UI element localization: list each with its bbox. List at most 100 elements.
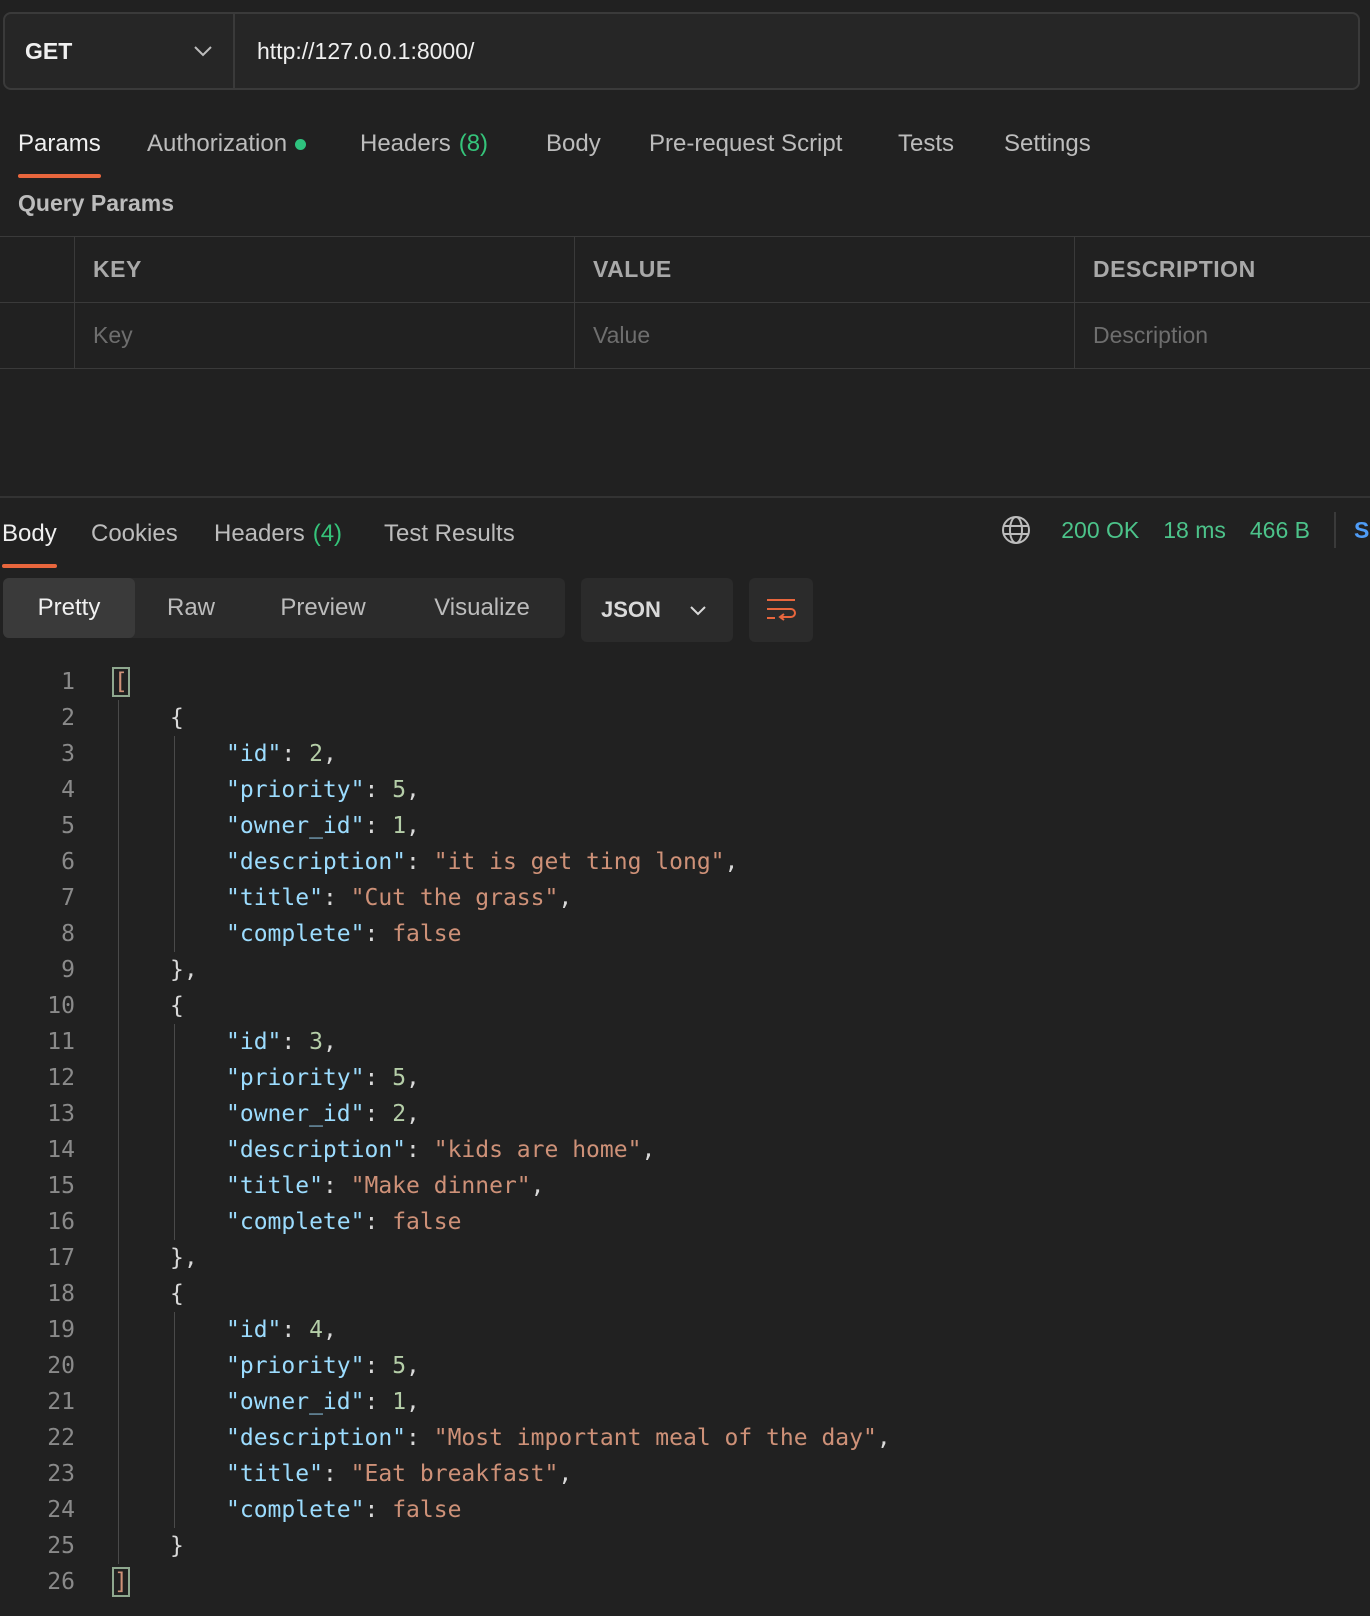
line-number: 7 — [61, 885, 75, 911]
code-line: 26] — [0, 1564, 1370, 1600]
response-tab-body[interactable]: Body — [2, 506, 57, 568]
request-tabs: Params Authorization Headers (8) Body Pr… — [0, 116, 1370, 178]
view-raw-button[interactable]: Raw — [135, 578, 247, 638]
code-text: "description": "kids are home", — [226, 1137, 656, 1163]
code-text: "owner_id": 1, — [226, 813, 420, 839]
tab-label: Pre-request Script — [649, 130, 843, 157]
code-line: 16 "complete": false — [0, 1204, 1370, 1240]
code-text: }, — [170, 1245, 198, 1271]
view-visualize-button[interactable]: Visualize — [399, 578, 565, 638]
code-line: 19 "id": 4, — [0, 1312, 1370, 1348]
line-number: 25 — [47, 1533, 75, 1559]
value-input[interactable] — [593, 322, 1074, 349]
tab-label: Headers — [214, 520, 305, 547]
code-text: "description": "it is get ting long", — [226, 849, 739, 875]
response-pane-divider[interactable] — [0, 496, 1370, 498]
description-cell — [1075, 303, 1370, 368]
method-select[interactable]: GET — [5, 14, 235, 88]
response-tab-cookies[interactable]: Cookies — [91, 506, 178, 562]
line-number: 8 — [61, 921, 75, 947]
line-number: 21 — [47, 1389, 75, 1415]
view-mode-toolbar: Pretty Raw Preview Visualize — [3, 578, 565, 638]
format-select[interactable]: JSON — [581, 578, 733, 642]
line-number: 22 — [47, 1425, 75, 1451]
status-separator — [1334, 512, 1336, 548]
indent-guide — [118, 700, 119, 1564]
table-row — [0, 303, 1370, 369]
tab-tests[interactable]: Tests — [898, 116, 954, 172]
tab-label: Test Results — [384, 520, 515, 547]
tab-params[interactable]: Params — [18, 116, 101, 178]
tab-pre-request-script[interactable]: Pre-request Script — [649, 116, 842, 172]
code-text: { — [170, 705, 184, 731]
code-line: 2{ — [0, 700, 1370, 736]
value-column-header: VALUE — [575, 237, 1075, 302]
response-tab-headers[interactable]: Headers (4) — [214, 506, 342, 562]
tab-headers[interactable]: Headers (8) — [360, 116, 488, 172]
description-input[interactable] — [1093, 322, 1370, 349]
tab-label: Cookies — [91, 520, 178, 547]
line-number: 10 — [47, 993, 75, 1019]
code-line: 14 "description": "kids are home", — [0, 1132, 1370, 1168]
query-params-table: KEY VALUE DESCRIPTION — [0, 236, 1370, 369]
code-text: ] — [112, 1564, 130, 1600]
save-response-button[interactable]: S — [1354, 517, 1370, 544]
code-text: [ — [112, 664, 130, 700]
wrap-lines-icon — [767, 599, 796, 621]
code-text: { — [170, 993, 184, 1019]
response-body-viewer[interactable]: 1[2{3 "id": 2, 4 "priority": 5, 5 "owner_id":… — [0, 664, 1370, 1600]
tab-label: Body — [2, 520, 57, 547]
code-text: "id": 3, — [226, 1029, 337, 1055]
line-number: 26 — [47, 1569, 75, 1595]
code-text: "priority": 5, — [226, 777, 420, 803]
code-text: "complete": false — [226, 1497, 462, 1523]
code-line: 20 "priority": 5, — [0, 1348, 1370, 1384]
status-code[interactable]: 200 OK — [1061, 517, 1139, 544]
chevron-down-icon — [194, 46, 212, 57]
code-line: 7 "title": "Cut the grass", — [0, 880, 1370, 916]
indent-guide — [174, 1024, 175, 1240]
tab-label: Body — [546, 130, 601, 157]
tab-settings[interactable]: Settings — [1004, 116, 1091, 172]
response-size[interactable]: 466 B — [1250, 517, 1310, 544]
view-pretty-button[interactable]: Pretty — [3, 578, 135, 638]
code-text: "owner_id": 1, — [226, 1389, 420, 1415]
line-number: 11 — [47, 1029, 75, 1055]
wrap-lines-button[interactable] — [749, 578, 813, 642]
view-preview-button[interactable]: Preview — [247, 578, 399, 638]
key-column-header: KEY — [75, 237, 575, 302]
line-number: 4 — [61, 777, 75, 803]
tab-authorization[interactable]: Authorization — [147, 116, 307, 172]
code-text: "priority": 5, — [226, 1065, 420, 1091]
indent-guide — [174, 736, 175, 952]
checkbox-column-header — [0, 237, 75, 302]
code-line: 12 "priority": 5, — [0, 1060, 1370, 1096]
description-column-header: DESCRIPTION — [1093, 256, 1256, 282]
method-label: GET — [25, 37, 73, 64]
response-tab-test-results[interactable]: Test Results — [384, 506, 515, 562]
indent-guide — [174, 1312, 175, 1528]
code-text: "id": 2, — [226, 741, 337, 767]
code-text: }, — [170, 957, 198, 983]
tab-label: Headers — [360, 130, 451, 157]
tab-body[interactable]: Body — [546, 116, 601, 172]
response-time[interactable]: 18 ms — [1163, 517, 1226, 544]
code-text: "id": 4, — [226, 1317, 337, 1343]
value-cell — [575, 303, 1075, 368]
line-number: 13 — [47, 1101, 75, 1127]
response-status-bar: 200 OK 18 ms 466 B S — [1001, 512, 1370, 548]
line-number: 12 — [47, 1065, 75, 1091]
code-line: 6 "description": "it is get ting long", — [0, 844, 1370, 880]
table-header-row: KEY VALUE DESCRIPTION — [0, 237, 1370, 303]
tab-label: Params — [18, 130, 101, 157]
code-line: 21 "owner_id": 1, — [0, 1384, 1370, 1420]
url-input[interactable] — [235, 14, 1358, 88]
code-line: 24 "complete": false — [0, 1492, 1370, 1528]
json-bracket-close: ] — [112, 1567, 130, 1597]
line-number: 23 — [47, 1461, 75, 1487]
code-line: 10 { — [0, 988, 1370, 1024]
code-line: 4 "priority": 5, — [0, 772, 1370, 808]
globe-icon[interactable] — [1001, 515, 1031, 545]
line-number: 6 — [61, 849, 75, 875]
key-input[interactable] — [93, 322, 574, 349]
